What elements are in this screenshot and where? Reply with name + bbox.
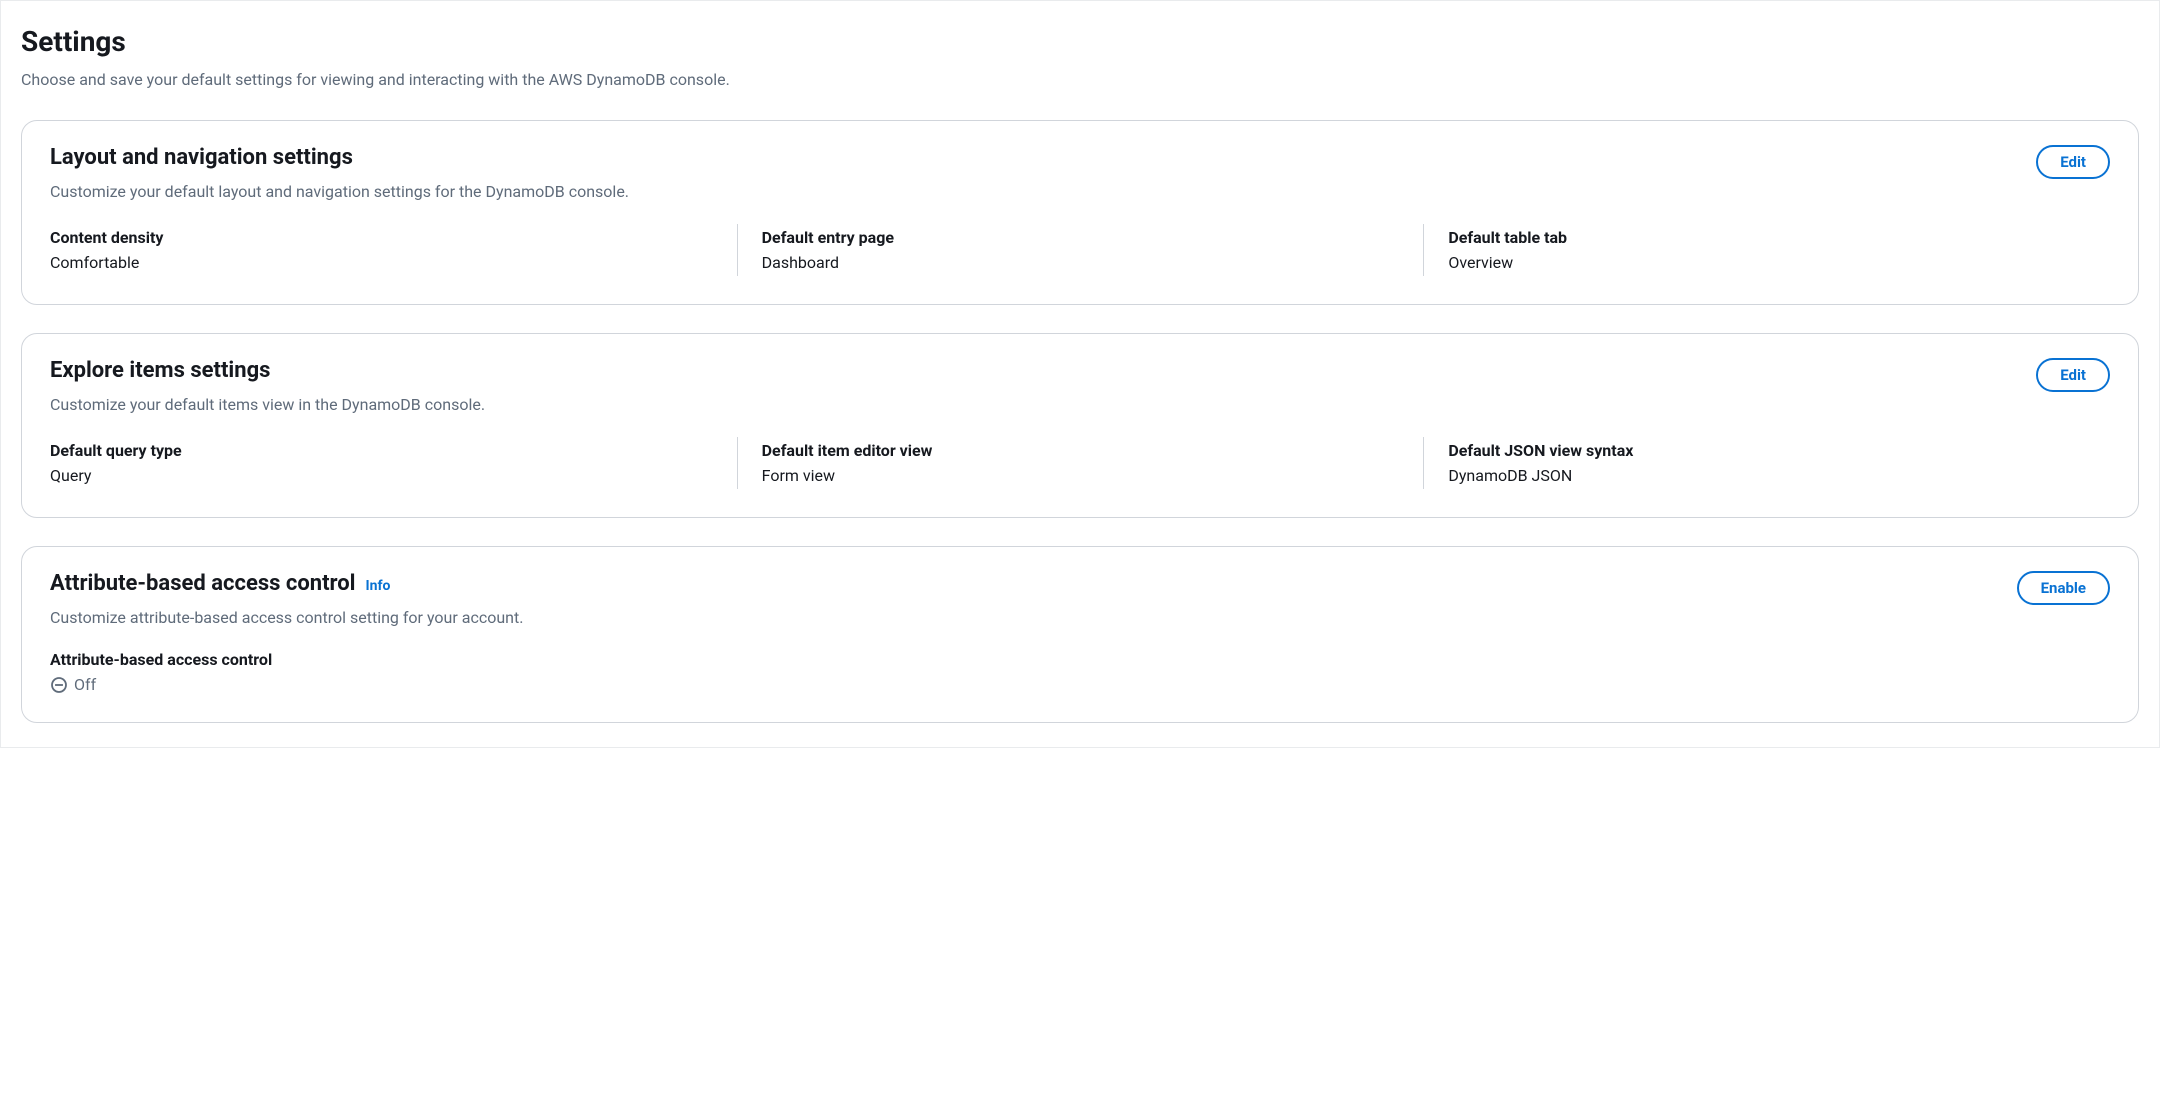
explore-settings-grid: Default query type Query Default item ed… xyxy=(50,437,2110,489)
abac-card-title: Attribute-based access control Info xyxy=(50,571,2017,596)
abac-setting: Attribute-based access control Off xyxy=(50,650,2110,694)
abac-status-text: Off xyxy=(74,675,96,694)
default-query-type-value: Query xyxy=(50,466,713,485)
abac-setting-label: Attribute-based access control xyxy=(50,650,2110,669)
explore-settings-card: Explore items settings Customize your de… xyxy=(21,333,2139,518)
abac-info-link[interactable]: Info xyxy=(366,578,391,594)
abac-card-header-text: Attribute-based access control Info Cust… xyxy=(50,571,2017,630)
page-title: Settings xyxy=(21,25,2139,58)
default-query-type-item: Default query type Query xyxy=(50,437,737,489)
explore-card-title: Explore items settings xyxy=(50,358,2036,383)
abac-title-text: Attribute-based access control xyxy=(50,571,356,596)
settings-page: Settings Choose and save your default se… xyxy=(0,0,2160,748)
default-table-tab-label: Default table tab xyxy=(1448,228,2086,247)
page-subtitle: Choose and save your default settings fo… xyxy=(21,68,2139,92)
layout-card-title: Layout and navigation settings xyxy=(50,145,2036,170)
content-density-label: Content density xyxy=(50,228,713,247)
layout-card-header-text: Layout and navigation settings Customize… xyxy=(50,145,2036,204)
default-item-editor-label: Default item editor view xyxy=(762,441,1400,460)
explore-card-subtitle: Customize your default items view in the… xyxy=(50,393,2036,417)
default-table-tab-value: Overview xyxy=(1448,253,2086,272)
abac-card-header: Attribute-based access control Info Cust… xyxy=(50,571,2110,630)
abac-card: Attribute-based access control Info Cust… xyxy=(21,546,2139,723)
abac-status-row: Off xyxy=(50,675,2110,694)
default-json-syntax-value: DynamoDB JSON xyxy=(1448,466,2086,485)
default-query-type-label: Default query type xyxy=(50,441,713,460)
layout-edit-button[interactable]: Edit xyxy=(2036,145,2110,179)
default-entry-page-value: Dashboard xyxy=(762,253,1400,272)
layout-card-header: Layout and navigation settings Customize… xyxy=(50,145,2110,204)
explore-card-header: Explore items settings Customize your de… xyxy=(50,358,2110,417)
default-json-syntax-item: Default JSON view syntax DynamoDB JSON xyxy=(1423,437,2110,489)
default-item-editor-item: Default item editor view Form view xyxy=(737,437,1424,489)
abac-card-subtitle: Customize attribute-based access control… xyxy=(50,606,2017,630)
default-entry-page-label: Default entry page xyxy=(762,228,1400,247)
explore-card-header-text: Explore items settings Customize your de… xyxy=(50,358,2036,417)
page-header: Settings Choose and save your default se… xyxy=(21,25,2139,92)
layout-card-subtitle: Customize your default layout and naviga… xyxy=(50,180,2036,204)
abac-enable-button[interactable]: Enable xyxy=(2017,571,2110,605)
content-density-value: Comfortable xyxy=(50,253,713,272)
explore-edit-button[interactable]: Edit xyxy=(2036,358,2110,392)
content-density-item: Content density Comfortable xyxy=(50,224,737,276)
status-off-icon xyxy=(50,676,68,694)
default-item-editor-value: Form view xyxy=(762,466,1400,485)
layout-settings-grid: Content density Comfortable Default entr… xyxy=(50,224,2110,276)
default-table-tab-item: Default table tab Overview xyxy=(1423,224,2110,276)
default-entry-page-item: Default entry page Dashboard xyxy=(737,224,1424,276)
default-json-syntax-label: Default JSON view syntax xyxy=(1448,441,2086,460)
layout-settings-card: Layout and navigation settings Customize… xyxy=(21,120,2139,305)
